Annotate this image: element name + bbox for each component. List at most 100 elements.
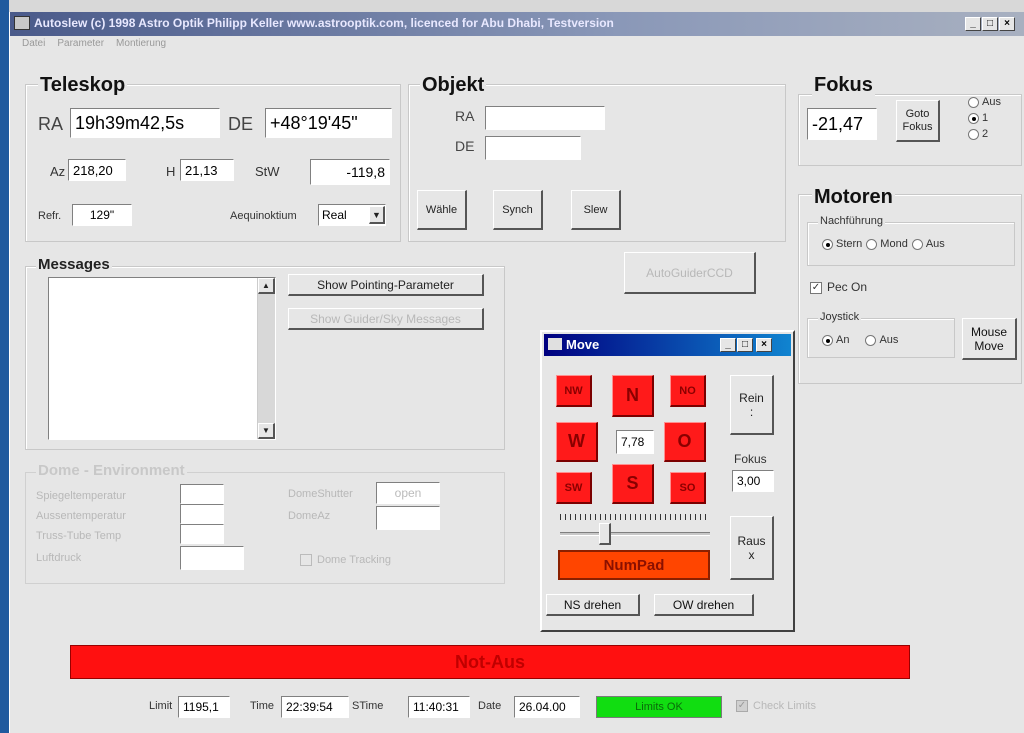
close-icon[interactable]: × [999,17,1015,31]
spiegeltemperatur-field [180,484,224,504]
radio-mond[interactable]: Mond [866,238,908,250]
move-sw-button[interactable]: SW [556,472,592,504]
truss-label: Truss-Tube Temp [36,530,122,542]
teleskop-de-field: +48°19'45" [265,108,392,138]
main-window: Autoslew (c) 1998 Astro Optik Philipp Ke… [9,12,1024,733]
show-pointing-button[interactable]: Show Pointing-Parameter [288,274,484,296]
raus-sub: x [748,547,755,562]
synch-button[interactable]: Synch [493,190,543,230]
date-label: Date [478,700,502,712]
radio-aus[interactable]: Aus [911,238,945,250]
fokus-title: Fokus [812,74,875,97]
move-so-button[interactable]: SO [670,472,706,504]
move-title: Move [566,337,600,352]
domeaz-field [376,506,440,530]
move-fokus-field[interactable]: 3,00 [732,470,774,492]
ow-drehen-button[interactable]: OW drehen [654,594,754,616]
nachfuehrung-radios: Stern Mond Aus [822,238,945,250]
menu-montierung[interactable]: Montierung [116,38,166,54]
radio-joystick-an[interactable]: An [822,334,849,346]
raus-label: Raus [737,533,766,548]
limit-field: 1195,1 [178,696,230,718]
slew-button[interactable]: Slew [571,190,621,230]
dome-title: Dome - Environment [36,462,187,479]
aequinoktium-value: Real [322,208,347,222]
not-aus-button[interactable]: Not-Aus [70,645,910,679]
numpad-button[interactable]: NumPad [558,550,710,580]
check-limits-check-icon: ✓ [736,700,748,713]
move-window-icon [548,338,562,350]
joystick-radios: An Aus [822,334,898,346]
chevron-down-icon[interactable]: ▼ [369,206,385,224]
dome-tracking-checkbox: Dome Tracking [300,554,391,567]
move-no-button[interactable]: NO [670,375,706,407]
raus-button[interactable]: Raus x [730,516,774,580]
objekt-de-input[interactable] [485,136,581,160]
desktop-edge [0,0,9,733]
teleskop-de-label: DE [228,114,254,134]
move-title-bar: Move _ □ × [544,334,791,356]
messages-list[interactable]: ▲ ▼ [48,277,276,440]
aequinoktium-label: Aequinoktium [230,210,297,222]
radio-joystick-aus[interactable]: Aus [865,334,898,346]
h-field: 21,13 [180,159,234,181]
move-w-button[interactable]: W [556,422,598,462]
fokus-field: -21,47 [807,108,877,140]
scroll-down-icon[interactable]: ▼ [258,423,275,439]
menu-datei[interactable]: Datei [22,38,45,54]
maximize-icon[interactable]: □ [982,17,998,31]
refr-label: Refr. [38,210,62,222]
teleskop-ra-field: 19h39m42,5s [70,108,220,138]
radio-aus-label: Aus [925,238,945,250]
window-title: Autoslew (c) 1998 Astro Optik Philipp Ke… [34,16,614,30]
slider-thumb[interactable] [599,523,611,545]
show-guider-button: Show Guider/Sky Messages [288,308,484,330]
rein-label: Rein [739,390,764,405]
waehle-button[interactable]: Wähle [417,190,467,230]
luftdruck-label: Luftdruck [36,552,82,564]
messages-scrollbar[interactable]: ▲ ▼ [257,278,275,439]
goto-fokus-button[interactable]: Goto Fokus [896,100,940,142]
fokus-radio-2[interactable]: 2 [968,126,1001,142]
menu-parameter[interactable]: Parameter [57,38,104,54]
move-speed-field[interactable]: 7,78 [616,430,654,454]
objekt-title: Objekt [420,74,487,97]
mouse-move-button[interactable]: Mouse Move [962,318,1017,360]
messages-title: Messages [36,256,112,273]
check-limits-label: Check Limits [753,700,816,712]
aequinoktium-select[interactable]: Real ▼ [318,204,386,226]
fokus-radio-1[interactable]: 1 [968,110,1001,126]
dome-tracking-check-icon [300,554,312,567]
rein-button[interactable]: Rein : [730,375,774,435]
move-o-button[interactable]: O [664,422,706,462]
speed-slider[interactable] [560,523,710,545]
title-bar: Autoslew (c) 1998 Astro Optik Philipp Ke… [10,12,1024,36]
objekt-de-label: DE [455,138,475,154]
limits-ok-indicator: Limits OK [596,696,722,718]
objekt-ra-input[interactable] [485,106,605,130]
pec-checkbox[interactable]: ✓ Pec On [810,280,867,294]
time-field: 22:39:54 [281,696,349,718]
stime-label: STime [352,700,384,712]
az-label: Az [50,164,66,179]
move-nw-button[interactable]: NW [556,375,592,407]
move-minimize-icon[interactable]: _ [720,338,736,352]
pec-check-icon: ✓ [810,281,822,294]
limit-label: Limit [149,700,173,712]
autoguider-button: AutoGuiderCCD [624,252,756,294]
date-field: 26.04.00 [514,696,580,718]
desktop-top-strip [9,0,1024,12]
move-close-icon[interactable]: × [756,338,772,352]
radio-joystick-aus-label: Aus [879,334,899,346]
move-s-button[interactable]: S [612,464,654,504]
shutter-field: open [376,482,440,504]
move-maximize-icon[interactable]: □ [737,338,753,352]
fokus-radio-aus[interactable]: Aus [968,94,1001,110]
ns-drehen-button[interactable]: NS drehen [546,594,640,616]
move-n-button[interactable]: N [612,375,654,417]
minimize-icon[interactable]: _ [965,17,981,31]
teleskop-title: Teleskop [38,74,128,97]
scroll-up-icon[interactable]: ▲ [258,278,275,294]
aussentemperatur-field [180,504,224,524]
radio-stern[interactable]: Stern [822,238,862,250]
